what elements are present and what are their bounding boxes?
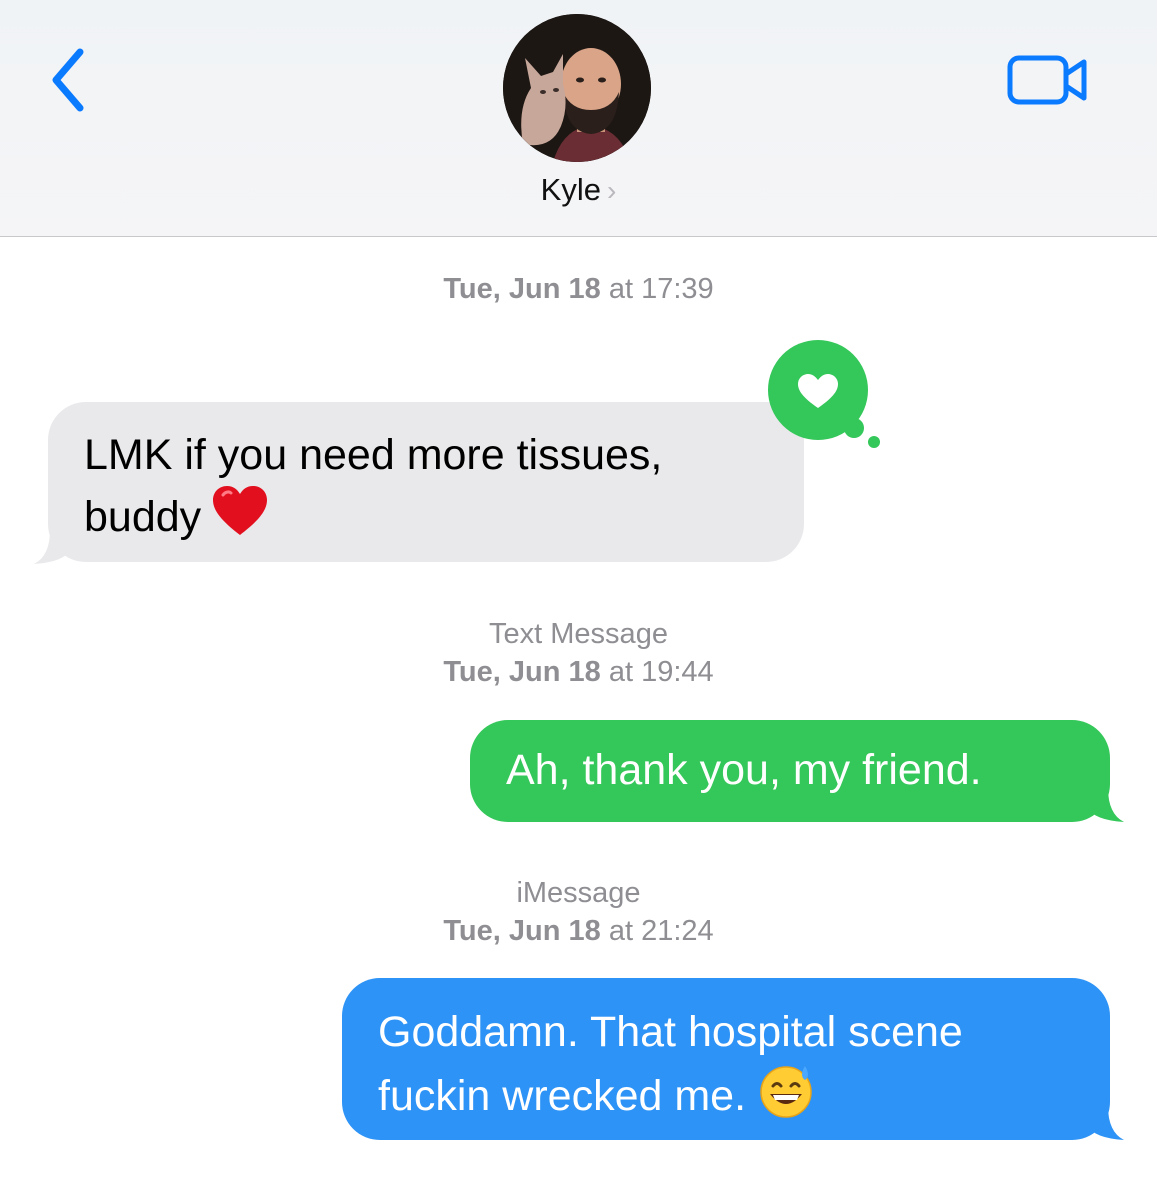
service-label: Text Message <box>489 618 668 650</box>
heart-tapback-reaction[interactable] <box>768 340 888 452</box>
grinning-sweat-face-icon <box>758 1062 814 1134</box>
conversation-header: Kyle › <box>0 0 1157 237</box>
service-label: iMessage <box>516 877 641 909</box>
chevron-right-icon: › <box>606 175 617 206</box>
message-text: Goddamn. That hospital scene fuckin wrec… <box>378 1008 963 1120</box>
red-heart-icon <box>211 485 269 553</box>
video-camera-icon <box>1007 55 1087 105</box>
contact-name: Kyle <box>540 172 601 207</box>
facetime-video-button[interactable] <box>1000 48 1096 112</box>
back-button[interactable] <box>40 44 96 116</box>
contact-avatar[interactable] <box>503 14 651 162</box>
message-text: LMK if you need more tissues, buddy <box>84 431 663 541</box>
avatar-photo <box>503 14 651 162</box>
received-message-bubble[interactable]: LMK if you need more tissues, buddy <box>48 402 804 562</box>
message-text: Ah, thank you, my friend. <box>506 746 982 794</box>
contact-name-button[interactable]: Kyle › <box>0 172 1157 208</box>
sent-imessage-bubble[interactable]: Goddamn. That hospital scene fuckin wrec… <box>342 978 1110 1140</box>
timestamp: Tue, Jun 18 at 17:39 <box>443 273 714 305</box>
timestamp: Tue, Jun 18 at 19:44 <box>443 656 714 688</box>
heart-tapback-icon <box>768 340 880 448</box>
chevron-left-icon <box>52 48 84 112</box>
sent-sms-bubble[interactable]: Ah, thank you, my friend. <box>470 720 1110 822</box>
timestamp: Tue, Jun 18 at 21:24 <box>443 915 714 947</box>
